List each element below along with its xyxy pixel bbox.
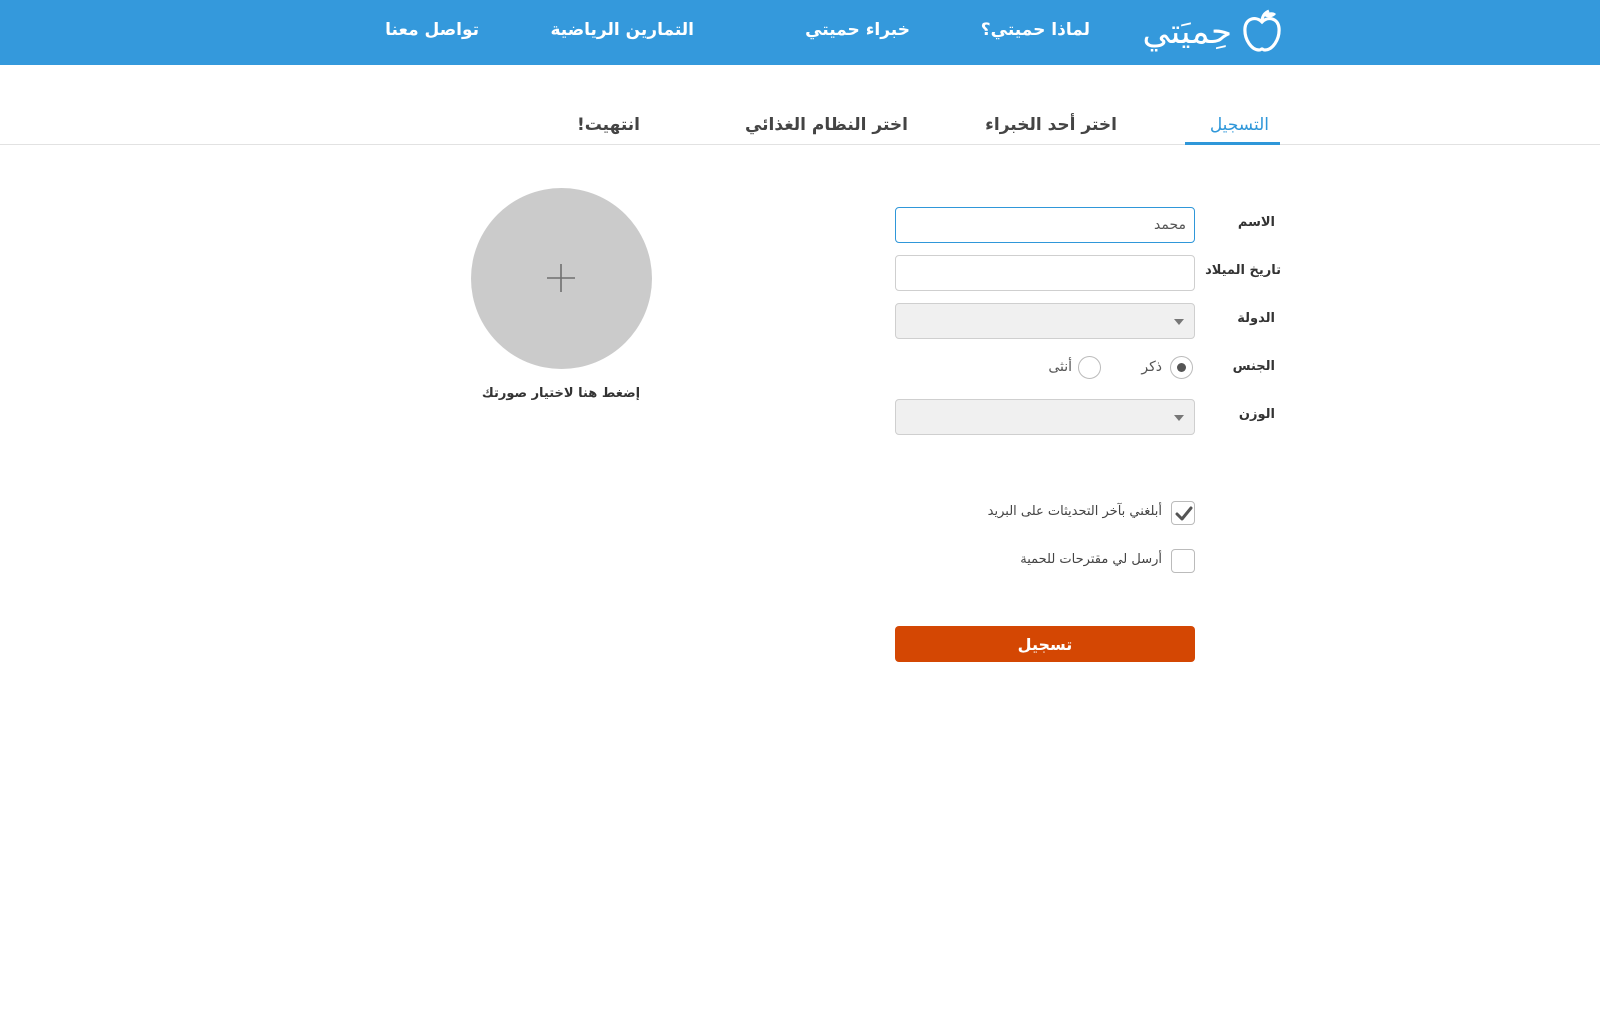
apple-icon	[1242, 8, 1282, 54]
radio-selected-dot	[1177, 363, 1186, 372]
registration-steps: التسجيل اختر أحد الخبراء اختر النظام الغ…	[0, 107, 1600, 145]
active-step-underline	[1185, 142, 1280, 145]
chevron-down-icon	[1174, 319, 1184, 325]
gender-male-radio[interactable]	[1170, 356, 1193, 379]
nav-experts[interactable]: خبراء حميتي	[805, 20, 910, 40]
country-select[interactable]	[895, 303, 1195, 339]
step-choose-diet[interactable]: اختر النظام الغذائي	[745, 115, 908, 135]
name-input[interactable]	[896, 208, 1194, 242]
gender-label: الجنس	[1232, 359, 1275, 374]
step-finished[interactable]: انتهيت!	[577, 115, 640, 135]
updates-checkbox-label[interactable]: أبلغني بآخر التحديثات على البريد	[988, 504, 1162, 519]
top-navbar: حِميَتي لماذا حميتي؟ خبراء حميتي التماري…	[0, 0, 1600, 65]
updates-checkbox[interactable]	[1171, 501, 1195, 525]
brand-name: حِميَتي	[1142, 12, 1232, 52]
name-label: الاسم	[1237, 215, 1275, 230]
checkmark-icon	[1175, 506, 1193, 521]
birthdate-label: تاريخ الميلاد	[1205, 263, 1281, 278]
photo-upload-circle[interactable]	[471, 188, 652, 369]
birthdate-field[interactable]	[895, 255, 1195, 291]
gender-female-label[interactable]: أنثى	[1048, 359, 1072, 375]
nav-contact[interactable]: تواصل معنا	[385, 20, 479, 40]
register-button[interactable]: تسجيل	[895, 626, 1195, 662]
brand-logo[interactable]: حِميَتي	[1142, 6, 1282, 58]
step-choose-expert[interactable]: اختر أحد الخبراء	[985, 115, 1117, 135]
weight-label: الوزن	[1238, 407, 1275, 422]
gender-female-radio[interactable]	[1078, 356, 1101, 379]
country-label: الدولة	[1237, 311, 1275, 326]
diet-suggestions-checkbox[interactable]	[1171, 549, 1195, 573]
photo-upload-caption[interactable]: إضغط هنا لاختيار صورتك	[460, 386, 662, 401]
plus-icon	[547, 264, 575, 292]
gender-male-label[interactable]: ذكر	[1141, 359, 1162, 375]
nav-exercises[interactable]: التمارين الرياضية	[550, 20, 694, 40]
chevron-down-icon	[1174, 415, 1184, 421]
birthdate-input[interactable]	[896, 256, 1194, 290]
name-field[interactable]	[895, 207, 1195, 243]
weight-select[interactable]	[895, 399, 1195, 435]
diet-suggestions-checkbox-label[interactable]: أرسل لي مقترحات للحمية	[1020, 552, 1162, 567]
step-register[interactable]: التسجيل	[1210, 115, 1269, 135]
nav-why-himyati[interactable]: لماذا حميتي؟	[981, 20, 1090, 40]
